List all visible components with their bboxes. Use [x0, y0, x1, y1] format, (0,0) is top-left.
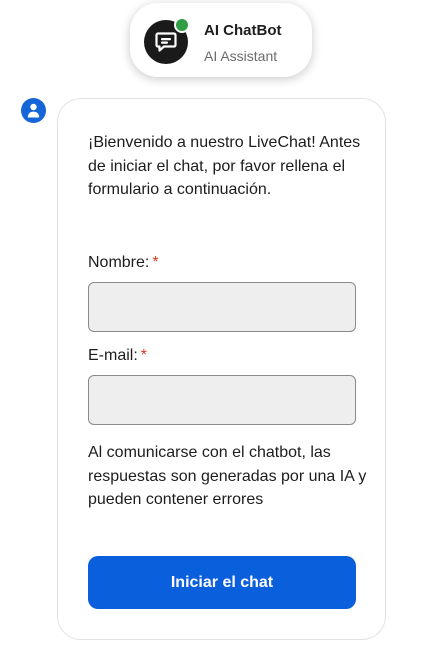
required-mark: *	[152, 254, 159, 271]
required-mark: *	[140, 347, 148, 364]
online-status-dot	[174, 17, 190, 33]
message-card: ¡Bienvenido a nuestro LiveChat! Antes de…	[57, 98, 386, 640]
email-field-label: E-mail: *	[88, 347, 147, 365]
name-label-text: Nombre:	[88, 254, 150, 271]
name-input[interactable]	[88, 282, 356, 332]
chat-bubble-icon	[155, 32, 177, 52]
email-input[interactable]	[88, 375, 356, 425]
welcome-text: ¡Bienvenido a nuestro LiveChat! Antes de…	[88, 134, 361, 198]
bot-role: AI Assistant	[204, 48, 278, 64]
chat-widget: AI ChatBot AI Assistant ¡Bienvenido a nu…	[0, 0, 438, 656]
email-label-text: E-mail:	[88, 347, 138, 364]
chatbot-header: AI ChatBot AI Assistant	[130, 3, 312, 77]
user-icon	[21, 98, 46, 123]
ai-disclaimer: Al comunicarse con el chatbot, las respu…	[88, 444, 367, 508]
name-field-label: Nombre: *	[88, 254, 159, 272]
bot-name: AI ChatBot	[204, 22, 282, 39]
start-chat-button[interactable]: Iniciar el chat	[88, 556, 356, 609]
